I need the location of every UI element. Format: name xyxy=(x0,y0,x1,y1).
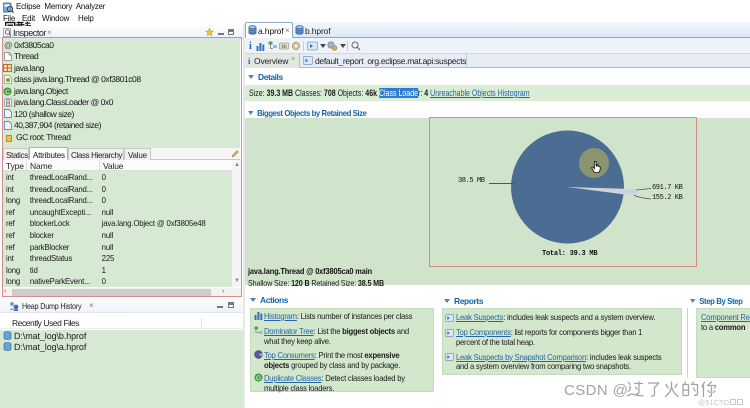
svg-text:G: G xyxy=(256,375,261,382)
svg-text:kb: kb xyxy=(282,44,287,50)
